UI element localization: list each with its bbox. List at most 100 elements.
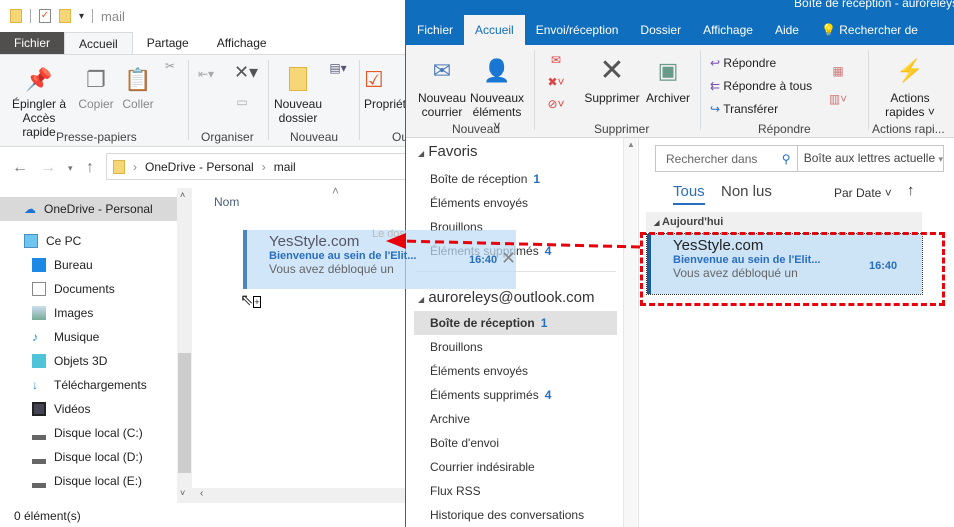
folder-outbox[interactable]: Boîte d'envoi bbox=[430, 436, 499, 450]
sort-dropdown[interactable]: Par Date ˅ bbox=[834, 186, 892, 200]
folder-inbox[interactable]: Boîte de réception 1 bbox=[430, 316, 547, 330]
nav-item-telechargements[interactable]: ↓ Téléchargements bbox=[0, 373, 177, 397]
search-box[interactable]: Rechercher dans ⚲ Boîte aux lettres actu… bbox=[655, 145, 944, 172]
folder-drafts[interactable]: Brouillons bbox=[430, 340, 483, 354]
more-respond-icon[interactable]: ▥˅ bbox=[826, 85, 850, 113]
forward-icon[interactable]: → bbox=[40, 159, 56, 177]
move-to-button[interactable]: ⇤▾ bbox=[196, 67, 216, 81]
cleanup-icon[interactable]: ✖˅ bbox=[544, 71, 568, 93]
archive-button[interactable]: ▣ Archiver bbox=[644, 51, 692, 105]
nav-item-this-pc[interactable]: Ce PC bbox=[0, 229, 177, 253]
scrollbar-thumb[interactable] bbox=[178, 353, 191, 473]
tab-envoi-reception[interactable]: Envoi/réception bbox=[525, 15, 630, 45]
column-header-nom[interactable]: Nom bbox=[214, 195, 239, 209]
back-icon[interactable]: ← bbox=[12, 159, 28, 177]
account-header[interactable]: ◢ auroreleys@outlook.com bbox=[418, 289, 594, 306]
archive-box-icon: ▣ bbox=[657, 58, 679, 83]
drive-icon bbox=[32, 450, 46, 464]
explorer-ribbon-tabs: Fichier Accueil Partage Affichage bbox=[0, 32, 410, 55]
sort-direction-icon[interactable]: ↑ bbox=[907, 182, 915, 199]
clean-up-buttons[interactable]: ✉ ✖˅ ⊘˅ bbox=[544, 49, 568, 115]
tab-affichage[interactable]: Affichage bbox=[692, 15, 764, 45]
address-bar[interactable]: › OneDrive - Personal › mail bbox=[106, 153, 416, 180]
tab-dossier[interactable]: Dossier bbox=[629, 15, 692, 45]
new-mail-button[interactable]: ✉ Nouveau courrier bbox=[414, 51, 470, 119]
pin-quick-access-button[interactable]: 📌 Épingler à Accès rapide bbox=[6, 63, 72, 139]
up-icon[interactable]: ↑ bbox=[86, 159, 94, 177]
nav-item-bureau[interactable]: Bureau bbox=[0, 253, 177, 277]
folder-deleted[interactable]: Éléments supprimés 4 bbox=[430, 388, 551, 402]
favorite-inbox[interactable]: Boîte de réception 1 bbox=[430, 172, 540, 186]
new-folder-icon bbox=[289, 67, 307, 91]
scroll-left-icon[interactable]: ‹ bbox=[200, 488, 203, 499]
new-folder-quick-icon[interactable] bbox=[59, 9, 71, 23]
image-icon bbox=[32, 306, 46, 320]
scroll-up-icon[interactable]: ˄ bbox=[180, 190, 185, 200]
nav-item-disk-e[interactable]: Disque local (E:) bbox=[0, 469, 177, 493]
search-input[interactable]: Rechercher dans bbox=[656, 152, 782, 166]
properties-quick-icon[interactable]: ✓ bbox=[39, 9, 51, 23]
new-item-button[interactable]: ▤▾ bbox=[328, 61, 348, 75]
customize-toolbar-icon[interactable]: ▾ bbox=[79, 11, 84, 22]
new-item-icon: ▤▾ bbox=[329, 61, 347, 75]
collapse-icon: ◢ bbox=[418, 149, 425, 158]
search-scope-dropdown[interactable]: Boîte aux lettres actuelle ▾ bbox=[796, 146, 943, 171]
tab-accueil[interactable]: Accueil bbox=[64, 32, 133, 54]
nav-item-images[interactable]: Images bbox=[0, 301, 177, 325]
paste-button[interactable]: 📋 Coller bbox=[120, 63, 156, 111]
tab-fichier[interactable]: Fichier bbox=[406, 15, 464, 45]
ignore-icon[interactable]: ✉ bbox=[544, 49, 568, 71]
delete-button[interactable]: ✕▾ bbox=[232, 62, 260, 82]
nav-item-disk-d[interactable]: Disque local (D:) bbox=[0, 445, 177, 469]
nav-item-objets-3d[interactable]: Objets 3D bbox=[0, 349, 177, 373]
filter-unread-tab[interactable]: Non lus bbox=[721, 183, 772, 200]
folder-junk[interactable]: Courrier indésirable bbox=[430, 460, 535, 474]
group-label: Nouveau bbox=[290, 130, 339, 144]
nav-item-musique[interactable]: ♪ Musique bbox=[0, 325, 177, 349]
quick-actions-button[interactable]: ⚡ Actions rapides ˅ bbox=[876, 51, 944, 119]
group-label: Organiser bbox=[201, 130, 254, 144]
reply-all-button[interactable]: ⇇ Répondre à tous bbox=[710, 75, 812, 98]
filter-all-tab[interactable]: Tous bbox=[673, 183, 705, 205]
nav-item-videos[interactable]: Vidéos bbox=[0, 397, 177, 421]
delete-x-icon: ✕▾ bbox=[233, 62, 259, 82]
copy-button[interactable]: ❐ Copier bbox=[76, 63, 116, 111]
new-items-button[interactable]: 👤 Nouveaux éléments ˅ bbox=[468, 51, 526, 133]
forward-button[interactable]: ↪ Transférer bbox=[710, 98, 812, 121]
junk-icon[interactable]: ⊘˅ bbox=[544, 93, 568, 115]
folder-sent[interactable]: Éléments envoyés bbox=[430, 364, 528, 378]
new-folder-button[interactable]: Nouveau dossier bbox=[272, 63, 324, 125]
document-icon bbox=[32, 282, 46, 296]
cut-button[interactable]: ✂ bbox=[160, 59, 180, 73]
tab-affichage[interactable]: Affichage bbox=[203, 32, 281, 54]
group-header-today[interactable]: ◢ Aujourd'hui bbox=[646, 212, 922, 232]
reply-button[interactable]: ↩ Répondre bbox=[710, 52, 812, 75]
nav-scrollbar[interactable]: ˄ ˅ bbox=[177, 188, 192, 503]
tab-fichier[interactable]: Fichier bbox=[0, 32, 65, 54]
meeting-icon[interactable]: ▦ bbox=[826, 57, 850, 85]
favorite-sent[interactable]: Éléments envoyés bbox=[430, 196, 528, 210]
clipboard-icon: 📋 bbox=[124, 67, 152, 92]
tell-me-search[interactable]: 💡 Rechercher de bbox=[810, 15, 929, 45]
nav-item-documents[interactable]: Documents bbox=[0, 277, 177, 301]
delete-button[interactable]: ✕ Supprimer bbox=[582, 51, 642, 105]
navigation-pane: ☁ OneDrive - Personal Ce PC Bureau Docume… bbox=[0, 188, 177, 503]
breadcrumb-onedrive[interactable]: OneDrive - Personal bbox=[145, 160, 254, 174]
horizontal-scrollbar[interactable]: ‹ bbox=[192, 488, 410, 503]
tab-accueil[interactable]: Accueil bbox=[464, 15, 525, 45]
recent-chevron-icon[interactable]: ▾ bbox=[68, 163, 73, 174]
tab-partage[interactable]: Partage bbox=[133, 32, 203, 54]
folder-conversation-history[interactable]: Historique des conversations bbox=[430, 508, 584, 522]
search-icon[interactable]: ⚲ bbox=[782, 152, 797, 166]
folder-archive[interactable]: Archive bbox=[430, 412, 470, 426]
folder-rss[interactable]: Flux RSS bbox=[430, 484, 481, 498]
folder-scrollbar[interactable]: ▲ bbox=[623, 138, 637, 527]
tab-aide[interactable]: Aide bbox=[764, 15, 810, 45]
favorites-header[interactable]: ◢ Favoris bbox=[418, 143, 478, 160]
breadcrumb-mail[interactable]: mail bbox=[274, 160, 296, 174]
address-bar-row: ← → ▾ ↑ › OneDrive - Personal › mail bbox=[0, 150, 416, 186]
nav-item-onedrive[interactable]: ☁ OneDrive - Personal bbox=[0, 197, 177, 221]
rename-button[interactable]: ▭ bbox=[232, 95, 252, 109]
nav-item-disk-c[interactable]: Disque local (C:) bbox=[0, 421, 177, 445]
scroll-down-icon[interactable]: ˅ bbox=[180, 488, 185, 498]
